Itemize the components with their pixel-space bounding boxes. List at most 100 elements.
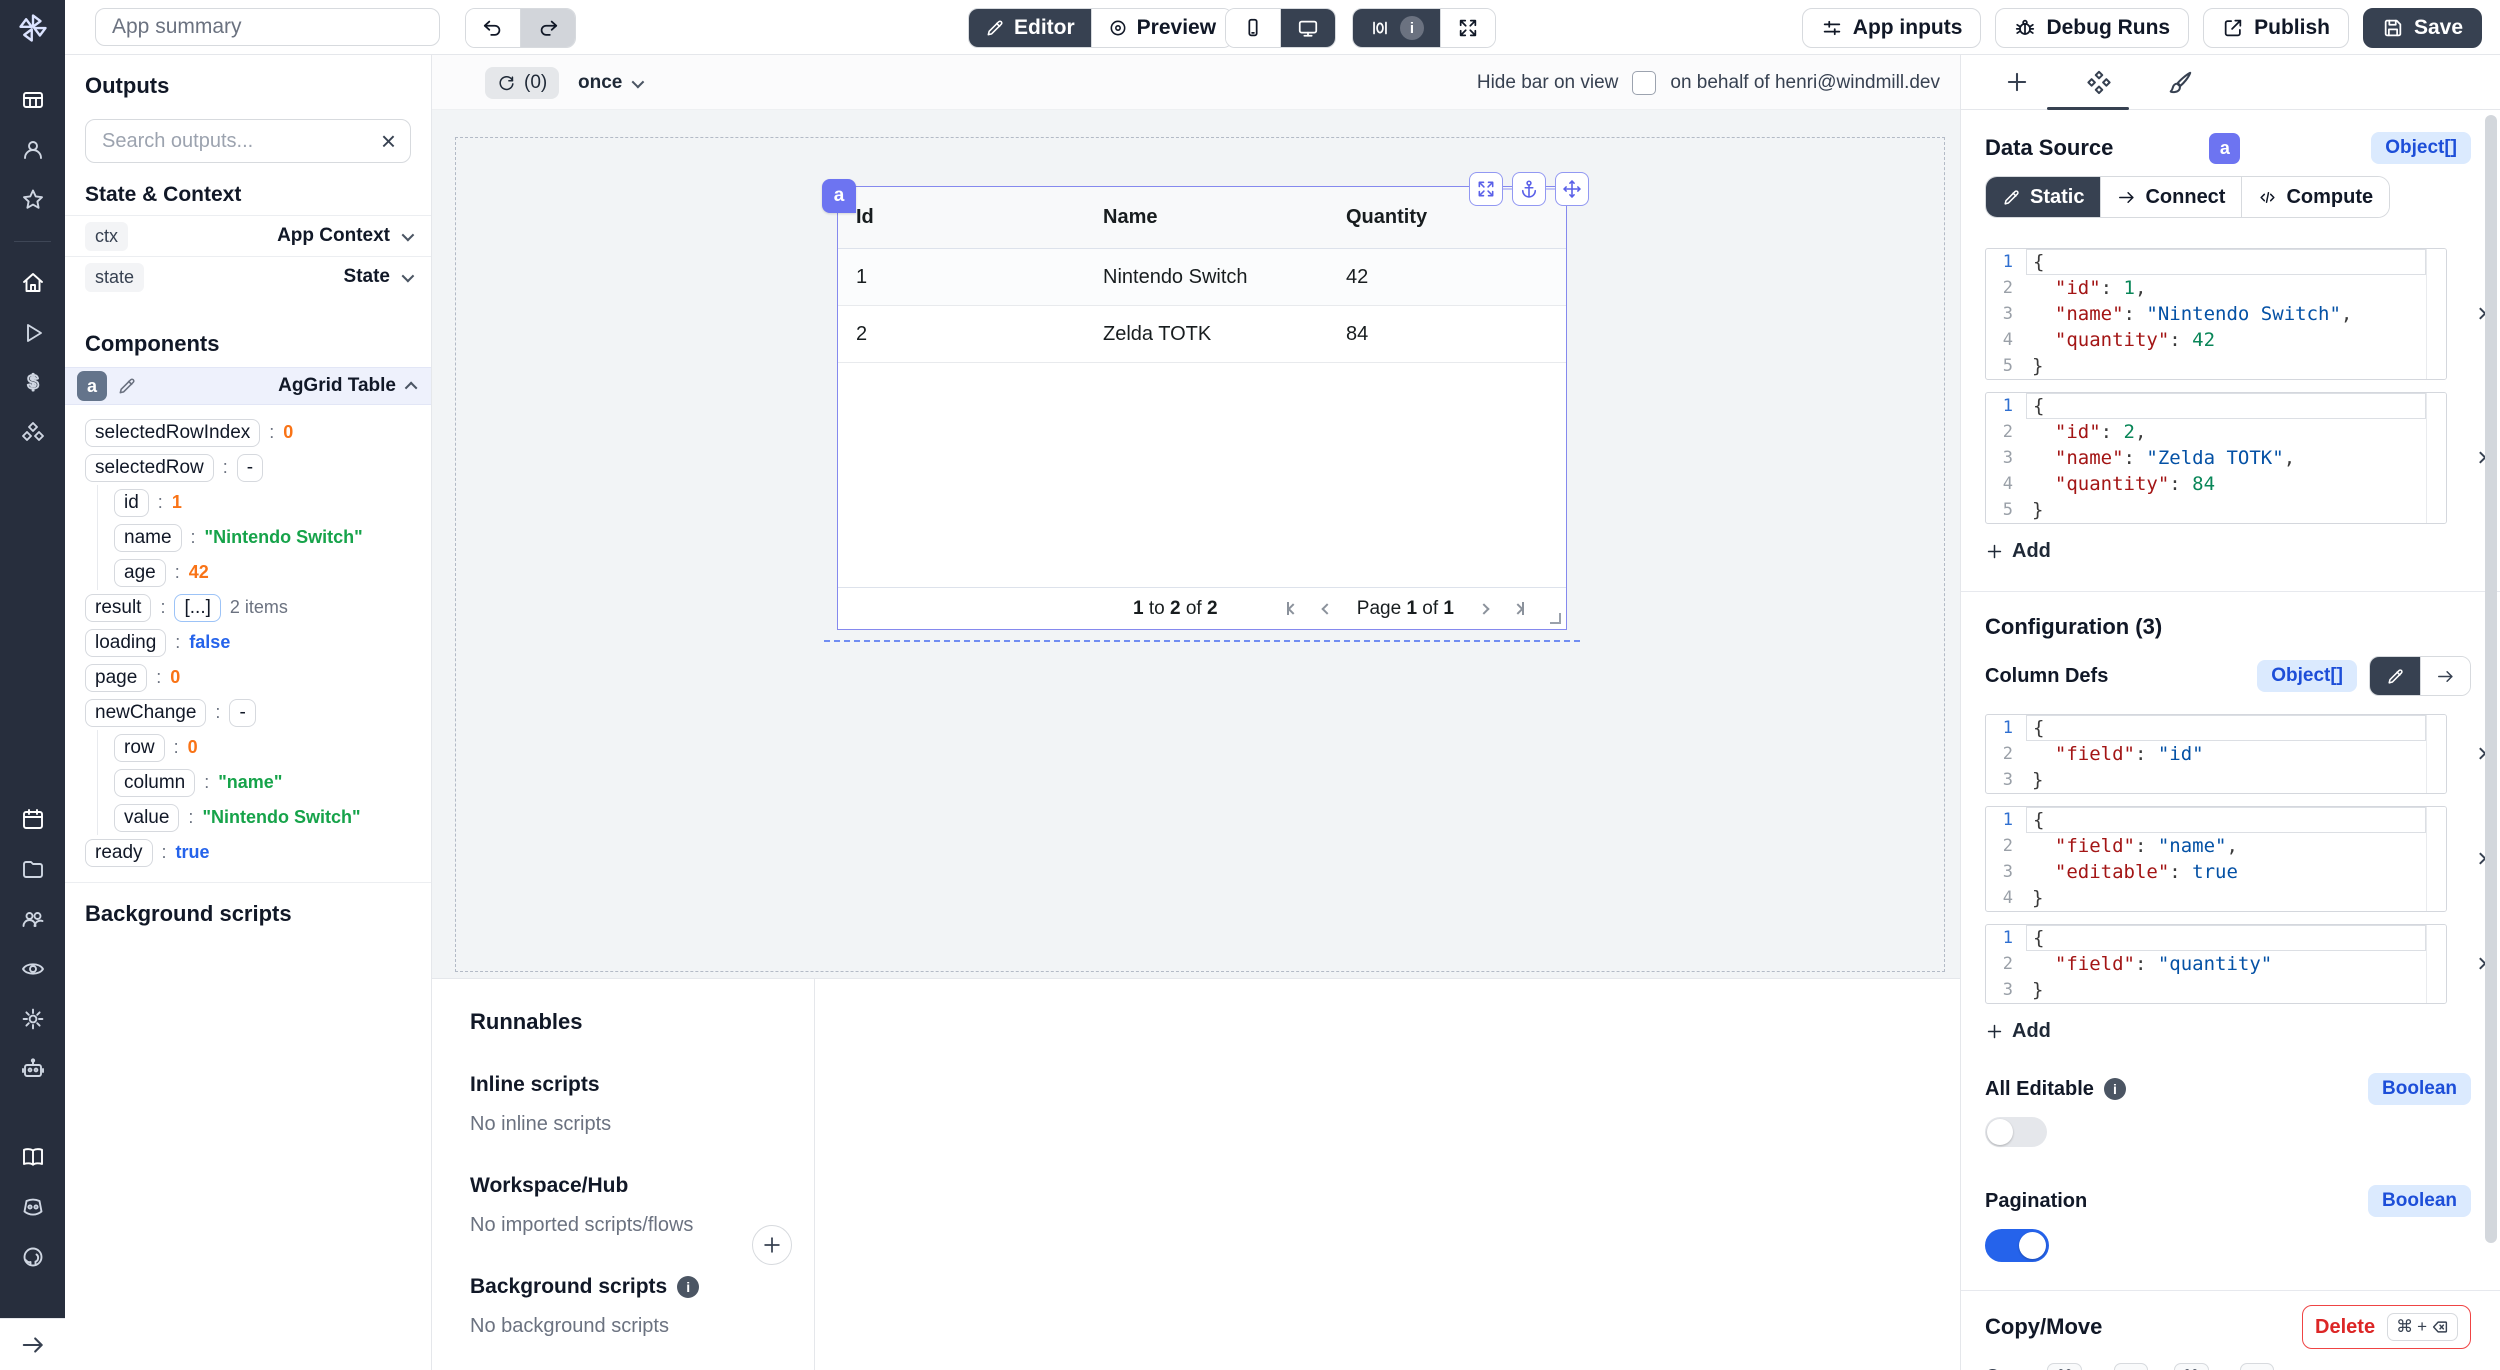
schedule-dropdown[interactable]: once	[578, 67, 641, 99]
edit-id-icon[interactable]	[117, 376, 137, 396]
search-outputs-input[interactable]	[100, 129, 381, 154]
output-key-pill[interactable]: result	[85, 594, 151, 622]
toggle-outputs-button[interactable]: i	[1353, 9, 1440, 47]
line-number: 2	[1986, 836, 2026, 856]
output-key-pill[interactable]: column	[114, 769, 195, 797]
scrollbar-thumb[interactable]	[2485, 115, 2497, 1243]
tab-editor[interactable]: Editor	[969, 9, 1091, 47]
output-key-pill[interactable]: id	[114, 489, 149, 517]
output-item-value: value:"Nintendo Switch"	[97, 800, 411, 835]
add-data-source-item-button[interactable]: Add	[1985, 540, 2105, 563]
sidebar-item-user-icon[interactable]	[20, 137, 46, 163]
compute-tab[interactable]: Compute	[2241, 177, 2389, 217]
coldefs-edit-button[interactable]	[2370, 657, 2420, 695]
data-source-json-editor[interactable]: 1{2 "id": 1,3 "name": "Nintendo Switch",…	[1985, 248, 2447, 380]
sidebar-item-gear-icon[interactable]	[20, 1006, 46, 1032]
info-icon[interactable]: i	[2104, 1078, 2126, 1100]
sidebar-item-groups-icon[interactable]	[20, 906, 46, 932]
delete-component-button[interactable]: Delete ⌘+	[2302, 1305, 2471, 1349]
sidebar-item-github-icon[interactable]	[20, 1244, 46, 1270]
mobile-view-button[interactable]	[1226, 9, 1280, 47]
output-key-pill[interactable]: age	[114, 559, 166, 587]
last-page-button[interactable]	[1514, 602, 1524, 615]
expand-component-button[interactable]	[1469, 172, 1503, 206]
column-def-json-editor[interactable]: 1{2 "field": "name",3 "editable": true4}	[1985, 806, 2447, 912]
sidebar-item-play-icon[interactable]	[20, 320, 46, 346]
sidebar-item-folder-icon[interactable]	[20, 856, 46, 882]
refresh-button[interactable]: (0)	[485, 67, 559, 99]
output-key-pill[interactable]: row	[114, 734, 165, 762]
output-key-pill[interactable]: name	[114, 524, 182, 552]
fullscreen-button[interactable]	[1440, 9, 1495, 47]
output-item-page: page:0	[85, 660, 411, 695]
output-key-pill[interactable]: newChange	[85, 699, 206, 727]
prev-page-button[interactable]	[1323, 605, 1331, 613]
table-row[interactable]: 2Zelda TOTK84	[838, 306, 1566, 363]
output-value-pill[interactable]: -	[237, 454, 263, 482]
output-value-pill[interactable]: [...]	[174, 594, 220, 622]
info-icon[interactable]: i	[677, 1276, 699, 1298]
clear-search-icon[interactable]: ×	[381, 128, 396, 154]
styling-tab[interactable]	[2167, 68, 2195, 96]
column-def-json-editor[interactable]: 1{2 "field": "id"3}	[1985, 714, 2447, 794]
pagination-toggle[interactable]	[1985, 1229, 2049, 1262]
desktop-view-button[interactable]	[1280, 9, 1335, 47]
line-number: 2	[1986, 278, 2026, 298]
coldefs-connect-button[interactable]	[2420, 657, 2470, 695]
anchor-component-button[interactable]	[1512, 172, 1546, 206]
publish-button[interactable]: Publish	[2203, 8, 2349, 48]
sidebar-item-apps-icon[interactable]	[20, 87, 46, 113]
data-source-editor-row: 1{2 "id": 1,3 "name": "Nintendo Switch",…	[1985, 248, 2447, 380]
output-value-pill[interactable]: -	[229, 699, 255, 727]
app-inputs-button[interactable]: App inputs	[1802, 8, 1982, 48]
undo-button[interactable]	[466, 9, 520, 47]
table-row[interactable]: 1Nintendo Switch42	[838, 249, 1566, 306]
state-row[interactable]: state State	[65, 256, 431, 297]
resize-handle[interactable]	[1550, 613, 1561, 624]
column-header[interactable]: Name	[1085, 206, 1328, 229]
hide-bar-checkbox[interactable]	[1632, 71, 1656, 95]
sidebar-item-calendar-icon[interactable]	[20, 806, 46, 832]
sidebar-item-robot-icon[interactable]	[20, 1056, 46, 1082]
save-button[interactable]: Save	[2363, 8, 2482, 48]
data-source-json-editor[interactable]: 1{2 "id": 2,3 "name": "Zelda TOTK",4 "qu…	[1985, 392, 2447, 524]
app-summary-input[interactable]	[95, 8, 440, 46]
add-background-script-button[interactable]	[752, 1225, 792, 1265]
output-key-pill[interactable]: selectedRow	[85, 454, 214, 482]
sidebar-item-book-icon[interactable]	[20, 1144, 46, 1170]
output-item-column: column:"name"	[97, 765, 411, 800]
debug-runs-button[interactable]: Debug Runs	[1995, 8, 2189, 48]
component-header-row[interactable]: a AgGrid Table	[65, 367, 431, 405]
tab-preview[interactable]: Preview	[1091, 9, 1232, 47]
canvas-component-badge[interactable]: a	[822, 179, 856, 213]
output-key-pill[interactable]: selectedRowIndex	[85, 419, 260, 447]
connect-tab[interactable]: Connect	[2100, 177, 2241, 217]
sidebar-item-eye-icon[interactable]	[20, 956, 46, 982]
insert-component-tab[interactable]	[2003, 68, 2031, 96]
column-header[interactable]: Quantity	[1328, 206, 1566, 229]
first-page-button[interactable]	[1287, 602, 1297, 615]
move-component-button[interactable]	[1555, 172, 1589, 206]
app-canvas[interactable]: a IdNameQuantity 1Nintendo Switch422Zeld…	[432, 110, 1960, 978]
output-key-pill[interactable]: loading	[85, 629, 166, 657]
expand-sidebar-button[interactable]	[20, 1332, 46, 1358]
sidebar-item-dollar-icon[interactable]	[20, 370, 46, 396]
sidebar-item-star-icon[interactable]	[20, 187, 46, 213]
all-editable-toggle[interactable]	[1985, 1117, 2047, 1147]
add-column-def-button[interactable]: Add	[1985, 1020, 2105, 1043]
sidebar-item-cubes-icon[interactable]	[20, 420, 46, 446]
output-key-pill[interactable]: ready	[85, 839, 153, 867]
aggrid-table-component[interactable]: IdNameQuantity 1Nintendo Switch422Zelda …	[837, 186, 1567, 630]
output-key-pill[interactable]: page	[85, 664, 147, 692]
ctx-row[interactable]: ctx App Context	[65, 215, 431, 256]
next-page-button[interactable]	[1480, 605, 1488, 613]
static-tab[interactable]: Static	[1986, 177, 2100, 217]
windmill-logo-icon[interactable]	[0, 0, 65, 55]
component-settings-tab[interactable]	[2085, 68, 2113, 96]
redo-button[interactable]	[520, 9, 575, 47]
column-header[interactable]: Id	[838, 206, 1085, 229]
sidebar-item-discord-icon[interactable]	[20, 1194, 46, 1220]
sidebar-item-home-icon[interactable]	[20, 270, 46, 296]
output-key-pill[interactable]: value	[114, 804, 179, 832]
column-def-json-editor[interactable]: 1{2 "field": "quantity"3}	[1985, 924, 2447, 1004]
